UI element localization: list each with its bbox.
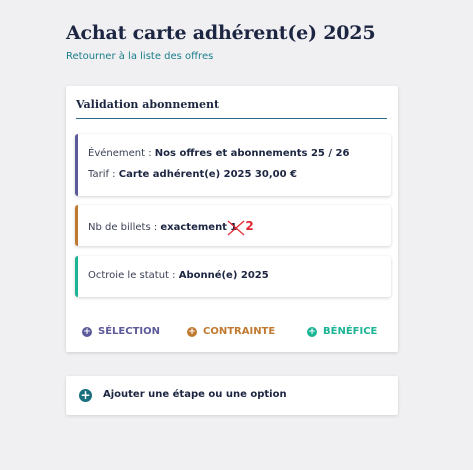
tarif-line: Tarif : Carte adhérent(e) 2025 30,00 € xyxy=(88,169,297,180)
validation-card: Validation abonnement Événement : Nos of… xyxy=(66,86,398,352)
plus-circle-icon: + xyxy=(307,326,317,337)
tarif-value: Carte adhérent(e) 2025 30,00 € xyxy=(118,169,298,180)
page-title: Achat carte adhérent(e) 2025 xyxy=(66,22,376,44)
status-value: Abonné(e) 2025 xyxy=(178,270,269,281)
add-step-button[interactable]: + Ajouter une étape ou une option xyxy=(66,376,398,415)
cross-out-icon xyxy=(227,220,245,236)
add-step-label: Ajouter une étape ou une option xyxy=(103,389,287,400)
event-line: Événement : Nos offres et abonnements 25… xyxy=(88,148,349,159)
constraint-block[interactable]: Nb de billets : exactement 1 2 xyxy=(75,205,391,246)
status-line: Octroie le statut : Abonné(e) 2025 xyxy=(88,270,269,281)
plus-circle-icon: + xyxy=(79,388,92,402)
back-to-offers-link[interactable]: Retourner à la liste des offres xyxy=(66,51,213,62)
plus-circle-icon: + xyxy=(82,326,92,337)
tickets-value: exactement xyxy=(160,222,227,233)
event-label: Événement : xyxy=(88,148,152,159)
benefit-block[interactable]: Octroie le statut : Abonné(e) 2025 xyxy=(75,256,391,297)
add-constraint-button[interactable]: + CONTRAINTE xyxy=(187,326,275,337)
card-title: Validation abonnement xyxy=(76,98,387,119)
tickets-line: Nb de billets : exactement 1 2 xyxy=(88,219,254,236)
add-selection-button[interactable]: + SÉLECTION xyxy=(82,326,160,337)
tickets-old-value: 1 xyxy=(227,220,245,236)
tickets-new-value: 2 xyxy=(245,219,254,233)
event-value: Nos offres et abonnements 25 / 26 xyxy=(154,148,350,159)
tarif-label: Tarif : xyxy=(88,169,116,180)
selection-block[interactable]: Événement : Nos offres et abonnements 25… xyxy=(75,134,391,196)
add-benefit-button[interactable]: + BÉNÉFICE xyxy=(307,326,377,337)
tickets-label: Nb de billets : xyxy=(88,222,158,233)
status-label: Octroie le statut : xyxy=(88,270,176,281)
plus-circle-icon: + xyxy=(187,326,197,337)
